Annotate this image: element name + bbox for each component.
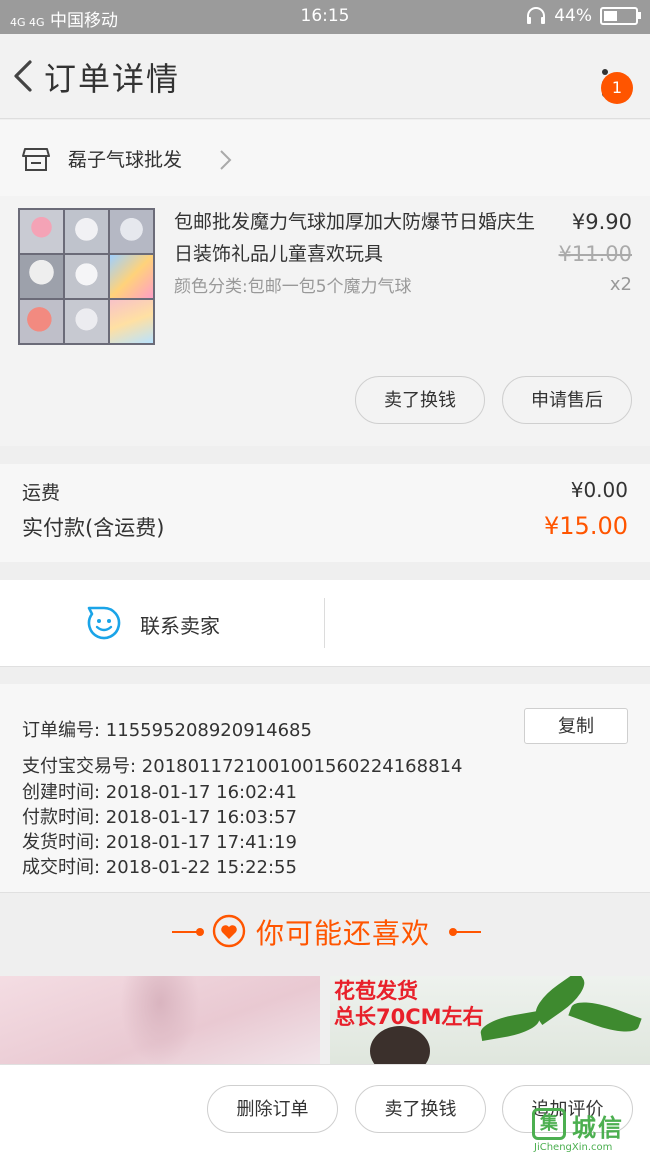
- battery-icon: [600, 7, 641, 25]
- shipping-value: ¥0.00: [570, 478, 628, 502]
- alipay-number: 支付宝交易号: 2018011721001001560224168814: [22, 756, 463, 777]
- watermark-logo: 集 城信 JiChengXin.com: [532, 1106, 650, 1155]
- order-number: 订单编号: 1155952089209146​85: [22, 720, 312, 741]
- status-bar: 4G 4G 中国移动 16:15 44%: [0, 0, 650, 34]
- sell-button[interactable]: 卖了换钱: [355, 376, 485, 424]
- shop-row[interactable]: 磊子气球批发: [0, 120, 650, 196]
- heart-icon: [212, 914, 246, 948]
- paid-label: 实付款(含运费): [22, 516, 165, 540]
- headphones-icon: [527, 7, 546, 24]
- created-time: 创建时间: 2018-01-17 16:02:41: [22, 782, 297, 803]
- recommend-card[interactable]: [0, 976, 320, 1066]
- after-sales-button[interactable]: 申请售后: [502, 376, 632, 424]
- leaf-shape: [478, 1010, 542, 1042]
- product-price: ¥9.90: [571, 210, 632, 234]
- product-thumbnail[interactable]: [18, 208, 155, 345]
- watermark-name: 城信: [572, 1114, 624, 1142]
- contact-seller-button[interactable]: 联系卖家: [0, 580, 325, 666]
- paid-value: ¥15.00: [544, 512, 628, 540]
- back-arrow-icon[interactable]: [6, 54, 46, 98]
- recommend-card[interactable]: 花苞发货 总长70CM左右: [330, 976, 650, 1066]
- product-title[interactable]: 包邮批发魔力气球加厚加大防爆节日婚庆生日装饰礼品儿童喜欢玩具: [174, 206, 546, 270]
- product-sku: 颜色分类:包邮一包5个魔力气球: [174, 277, 412, 297]
- product-image: [120, 976, 200, 1066]
- watermark-icon: 集: [532, 1108, 566, 1140]
- contact-section: 联系卖家: [0, 580, 650, 667]
- paid-time: 付款时间: 2018-01-17 16:03:57: [22, 807, 297, 828]
- fee-summary: 运费 ¥0.00 实付款(含运费) ¥15.00: [0, 464, 650, 562]
- recommend-title: 你可能还喜欢: [256, 917, 431, 950]
- promo-line-1: 花苞发货: [334, 979, 418, 1003]
- divider: [324, 598, 325, 648]
- product-quantity: x2: [609, 274, 632, 295]
- recommend-header: 你可能还喜欢: [0, 900, 650, 964]
- watermark-url: JiChengXin.com: [534, 1142, 613, 1153]
- shipped-time: 发货时间: 2018-01-17 17:41:19: [22, 832, 297, 853]
- leaf-shape: [568, 994, 642, 1040]
- completed-time: 成交时间: 2018-01-22 15:22:55: [22, 857, 297, 878]
- contact-seller-label: 联系卖家: [140, 614, 220, 638]
- sell-again-button[interactable]: 卖了换钱: [355, 1085, 486, 1133]
- app-header: 订单详情 1: [0, 34, 650, 119]
- product-original-price: ¥11.00: [558, 242, 632, 266]
- promo-text: 花苞发货 总长70CM左右: [334, 978, 484, 1030]
- person-shape: [370, 1026, 430, 1066]
- page-title: 订单详情: [44, 60, 181, 98]
- delete-order-button[interactable]: 删除订单: [207, 1085, 338, 1133]
- chevron-right-icon: [220, 150, 232, 170]
- decor-dot-left: [196, 928, 204, 936]
- battery-percent: 44%: [554, 6, 592, 26]
- copy-button[interactable]: 复制: [524, 708, 628, 744]
- chat-smiley-icon: [87, 606, 121, 640]
- shipping-label: 运费: [22, 482, 61, 504]
- shop-icon: [22, 148, 50, 171]
- status-right: 44%: [526, 6, 641, 26]
- notification-badge: 1: [601, 72, 633, 104]
- product-item[interactable]: 包邮批发魔力气球加厚加大防爆节日婚庆生日装饰礼品儿童喜欢玩具 颜色分类:包邮一包…: [0, 196, 650, 446]
- order-info: 订单编号: 1155952089209146​85 复制 支付宝交易号: 201…: [0, 684, 650, 893]
- shop-name: 磊子气球批发: [68, 149, 183, 171]
- decor-line-right: [453, 931, 481, 933]
- promo-line-2: 总长70CM左右: [334, 1005, 484, 1029]
